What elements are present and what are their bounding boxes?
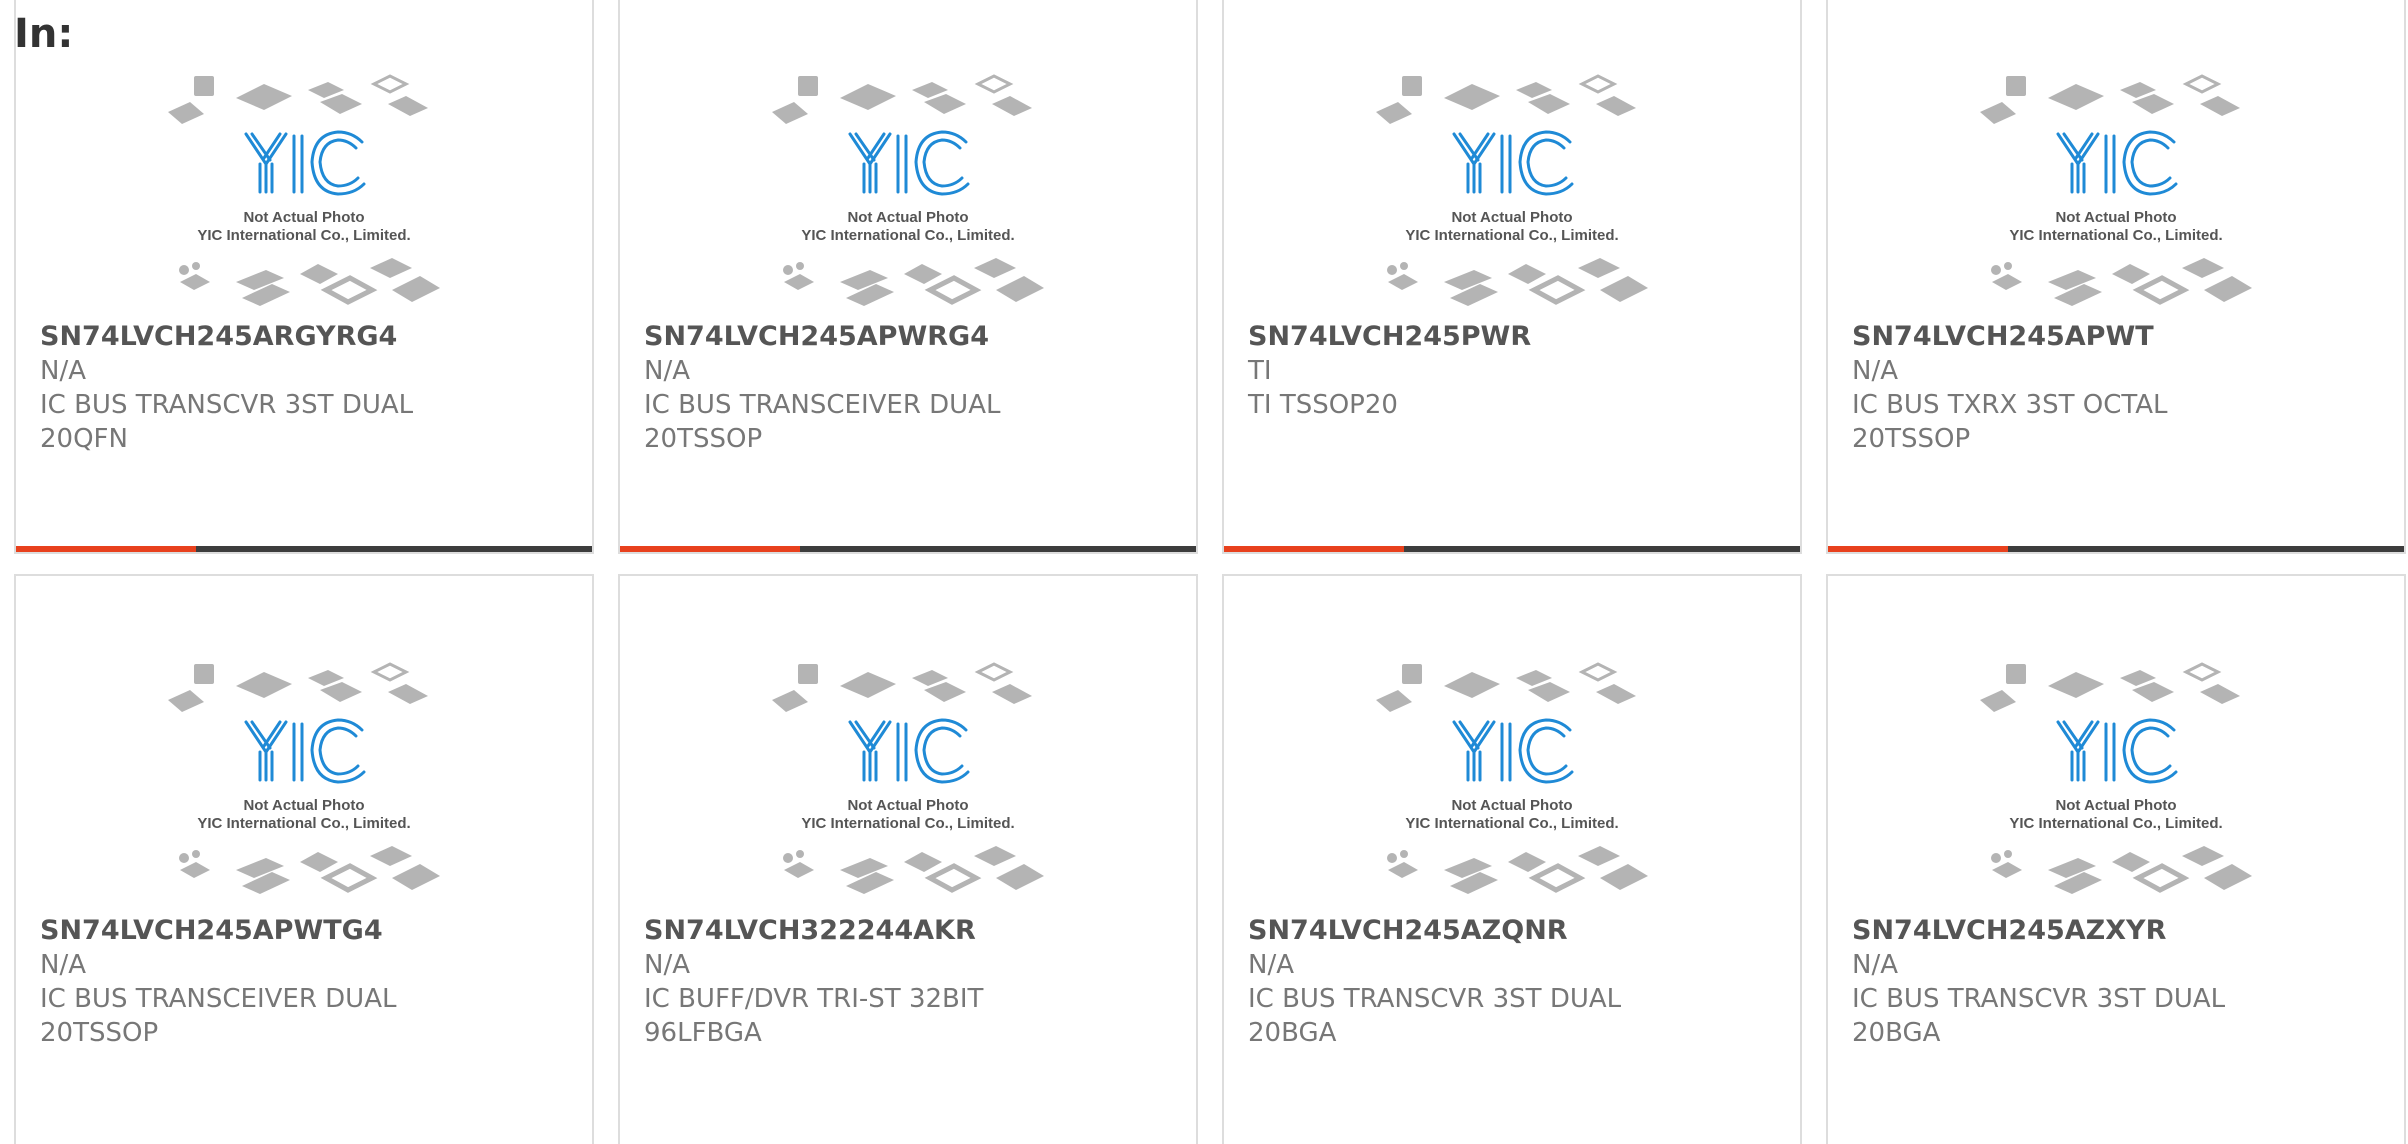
product-info: SN74LVCH245APWTG4 N/A IC BUS TRANSCEIVER… (40, 914, 580, 1050)
yic-logo-icon (1452, 130, 1574, 196)
photo-caption: Not Actual Photo (1451, 209, 1572, 226)
manufacturer: TI (1248, 356, 1272, 386)
photo-caption: Not Actual Photo (847, 209, 968, 226)
yic-logo-icon (848, 718, 970, 784)
card-accent-bar (1828, 546, 2404, 552)
product-info: SN74LVCH245AZXYR N/A IC BUS TRANSCVR 3ST… (1852, 914, 2392, 1050)
chip-cluster-top-icon (1376, 74, 1636, 124)
chip-cluster-bottom-icon (1991, 258, 2252, 306)
product-info: SN74LVCH245APWRG4 N/A IC BUS TRANSCEIVER… (644, 320, 1184, 456)
part-number-link[interactable]: SN74LVCH322244AKR (644, 914, 1184, 948)
chip-cluster-top-icon (1376, 662, 1636, 712)
product-info: SN74LVCH245PWR TI TI TSSOP20 (1248, 320, 1788, 422)
chip-cluster-top-icon (772, 74, 1032, 124)
photo-caption: Not Actual Photo (243, 797, 364, 814)
chip-cluster-bottom-icon (1991, 846, 2252, 894)
card-accent-bar (1224, 546, 1800, 552)
chip-cluster-bottom-icon (783, 258, 1044, 306)
chip-cluster-top-icon (772, 662, 1032, 712)
part-number-link[interactable]: SN74LVCH245APWTG4 (40, 914, 580, 948)
product-card[interactable]: Not Actual Photo YIC International Co., L… (1826, 0, 2406, 554)
photo-caption: YIC International Co., Limited. (1405, 227, 1618, 244)
product-info: SN74LVCH245AZQNR N/A IC BUS TRANSCVR 3ST… (1248, 914, 1788, 1050)
photo-caption: Not Actual Photo (243, 209, 364, 226)
card-accent-bar (620, 546, 1196, 552)
part-number-link[interactable]: SN74LVCH245APWT (1852, 320, 2392, 354)
yic-logo-icon (2056, 130, 2178, 196)
product-placeholder-photo: Not Actual PhotoYIC International Co., L… (772, 662, 1044, 894)
part-number-link[interactable]: SN74LVCH245AZXYR (1852, 914, 2392, 948)
chip-cluster-bottom-icon (179, 258, 440, 306)
product-info: SN74LVCH245APWT N/A IC BUS TXRX 3ST OCTA… (1852, 320, 2392, 456)
chip-cluster-bottom-icon (1387, 258, 1648, 306)
photo-caption: YIC International Co., Limited. (2009, 227, 2222, 244)
product-placeholder-photo: Not Actual PhotoYIC International Co., L… (1980, 74, 2252, 306)
manufacturer: N/A (1248, 950, 1294, 980)
manufacturer: N/A (644, 356, 690, 386)
product-description: IC BUS TXRX 3ST OCTAL 20TSSOP (1852, 390, 2168, 454)
product-card[interactable]: Not Actual Photo YIC International Co., L… (618, 574, 1198, 1144)
product-placeholder-photo: Not Actual PhotoYIC International Co., L… (1376, 74, 1648, 306)
product-card[interactable]: Not Actual Photo YIC International Co., L… (1222, 574, 1802, 1144)
manufacturer: N/A (1852, 950, 1898, 980)
photo-caption: Not Actual Photo (2055, 797, 2176, 814)
page-label: In: (14, 11, 74, 57)
photo-caption: YIC International Co., Limited. (197, 815, 410, 832)
product-card[interactable]: Not Actual Photo YIC International Co., L… (14, 0, 594, 554)
product-card[interactable]: Not Actual Photo YIC International Co., L… (1826, 574, 2406, 1144)
product-placeholder-photo: Not Actual PhotoYIC International Co., L… (1980, 662, 2252, 894)
manufacturer: N/A (40, 356, 86, 386)
product-description: IC BUS TRANSCVR 3ST DUAL 20BGA (1852, 984, 2226, 1048)
chip-cluster-top-icon (1980, 74, 2240, 124)
chip-cluster-top-icon (168, 662, 428, 712)
product-card[interactable]: Not Actual Photo YIC International Co., L… (1222, 0, 1802, 554)
photo-caption: Not Actual Photo (2055, 209, 2176, 226)
photo-caption: YIC International Co., Limited. (801, 227, 1014, 244)
product-placeholder-photo: Not Actual PhotoYIC International Co., L… (168, 662, 440, 894)
product-info: SN74LVCH245ARGYRG4 N/A IC BUS TRANSCVR 3… (40, 320, 580, 456)
product-info: SN74LVCH322244AKR N/A IC BUFF/DVR TRI-ST… (644, 914, 1184, 1050)
product-description: IC BUS TRANSCEIVER DUAL 20TSSOP (644, 390, 1001, 454)
photo-caption: YIC International Co., Limited. (197, 227, 410, 244)
part-number-link[interactable]: SN74LVCH245AZQNR (1248, 914, 1788, 948)
product-description: IC BUS TRANSCEIVER DUAL 20TSSOP (40, 984, 397, 1048)
product-description: IC BUS TRANSCVR 3ST DUAL 20BGA (1248, 984, 1622, 1048)
product-description: IC BUS TRANSCVR 3ST DUAL 20QFN (40, 390, 414, 454)
yic-logo-icon (244, 130, 366, 196)
part-number-link[interactable]: SN74LVCH245ARGYRG4 (40, 320, 580, 354)
chip-cluster-bottom-icon (1387, 846, 1648, 894)
product-card[interactable]: Not Actual Photo YIC International Co., L… (618, 0, 1198, 554)
photo-caption: Not Actual Photo (1451, 797, 1572, 814)
chip-cluster-top-icon (168, 74, 428, 124)
yic-logo-icon (848, 130, 970, 196)
product-description: TI TSSOP20 (1248, 390, 1398, 420)
chip-cluster-bottom-icon (783, 846, 1044, 894)
product-placeholder-photo: Not Actual PhotoYIC International Co., L… (168, 74, 440, 306)
yic-logo-icon (2056, 718, 2178, 784)
photo-caption: Not Actual Photo (847, 797, 968, 814)
part-number-link[interactable]: SN74LVCH245APWRG4 (644, 320, 1184, 354)
product-card[interactable]: Not Actual Photo YIC International Co., L… (14, 574, 594, 1144)
product-placeholder-photo: Not Actual PhotoYIC International Co., L… (1376, 662, 1648, 894)
product-placeholder-photo: Not Actual PhotoYIC International Co., L… (772, 74, 1044, 306)
part-number-link[interactable]: SN74LVCH245PWR (1248, 320, 1788, 354)
yic-logo-icon (1452, 718, 1574, 784)
card-accent-bar (16, 546, 592, 552)
chip-cluster-top-icon (1980, 662, 2240, 712)
product-grid: Not Actual Photo YIC International Co., L… (14, 0, 2408, 1144)
photo-caption: YIC International Co., Limited. (1405, 815, 1618, 832)
photo-caption: YIC International Co., Limited. (801, 815, 1014, 832)
manufacturer: N/A (1852, 356, 1898, 386)
product-description: IC BUFF/DVR TRI-ST 32BIT 96LFBGA (644, 984, 984, 1048)
photo-caption: YIC International Co., Limited. (2009, 815, 2222, 832)
chip-cluster-bottom-icon (179, 846, 440, 894)
yic-logo-icon (244, 718, 366, 784)
manufacturer: N/A (644, 950, 690, 980)
manufacturer: N/A (40, 950, 86, 980)
